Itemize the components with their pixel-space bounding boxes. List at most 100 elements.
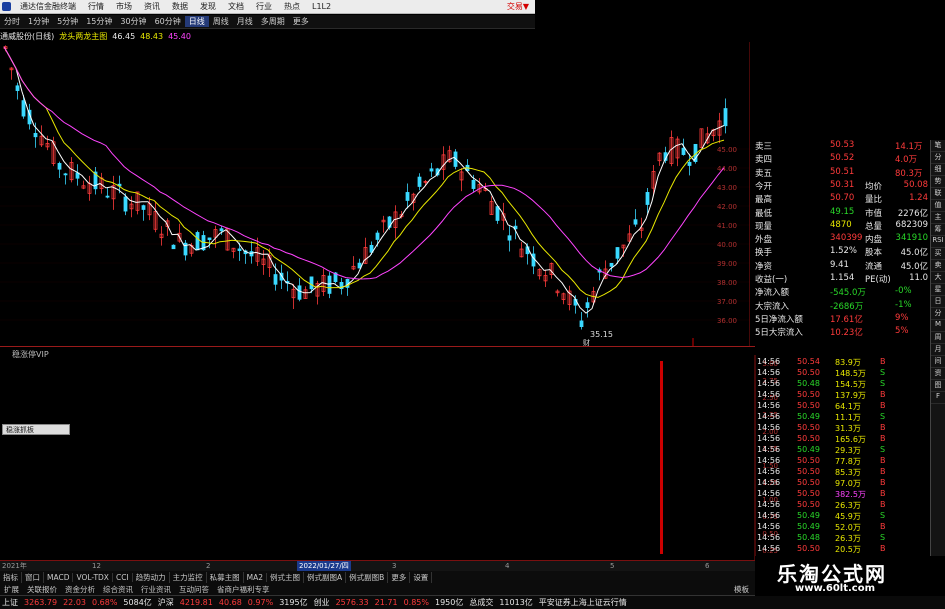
tab-ma2[interactable]: MA2 [244, 572, 268, 582]
tab-test-sub-a[interactable]: 例式副图A [304, 571, 347, 583]
tab-vol-tdx[interactable]: VOL-TDX [73, 572, 113, 582]
period-tab-1min[interactable]: 1分钟 [24, 16, 53, 27]
sidebar-button[interactable]: 主 [931, 212, 945, 224]
menu-discover[interactable]: 发现 [194, 1, 222, 12]
tab-welfare[interactable]: 省商户福利专享 [213, 584, 274, 595]
tick-price: 50.49 [797, 511, 820, 520]
quote-label-2: 市值 [865, 208, 883, 219]
sidebar-button[interactable]: F [931, 392, 945, 404]
menu-market[interactable]: 市场 [110, 1, 138, 12]
period-tab-5min[interactable]: 5分钟 [53, 16, 82, 27]
tab-related-quote[interactable]: 关联报价 [23, 584, 61, 595]
sidebar-button[interactable]: 日 [931, 296, 945, 308]
cy-index-value: 2576.33 [335, 598, 369, 607]
quote-value-2: 11.0 [909, 273, 928, 283]
menu-industry[interactable]: 行业 [250, 1, 278, 12]
tab-indicator[interactable]: 指标 [0, 571, 22, 583]
period-tab-weekly[interactable]: 周线 [209, 16, 233, 27]
tab-settings[interactable]: 设置 [410, 571, 433, 583]
quote-label-2: 股本 [865, 248, 883, 259]
sidebar-button[interactable]: 筹 [931, 224, 945, 236]
tab-macd[interactable]: MACD [44, 572, 74, 582]
menu-quotes[interactable]: 行情 [82, 1, 110, 12]
period-tab-60min[interactable]: 60分钟 [151, 16, 185, 27]
tick-price: 50.50 [797, 467, 820, 476]
candle-body [297, 285, 302, 300]
cy-index-label[interactable]: 创业 [314, 597, 330, 608]
tab-industry-news[interactable]: 行业资讯 [137, 584, 175, 595]
tab-main-monitor[interactable]: 主力监控 [170, 571, 207, 583]
period-tab-more[interactable]: 更多 [289, 16, 313, 27]
menu-data[interactable]: 数据 [166, 1, 194, 12]
sidebar-button[interactable]: 值 [931, 200, 945, 212]
tab-trend-power[interactable]: 趋势动力 [133, 571, 170, 583]
tab-cci[interactable]: CCI [113, 572, 133, 582]
tick-volume: 11.1万 [835, 413, 861, 422]
tick-side: B [880, 500, 886, 509]
price-tick-label: 40.00 [717, 241, 737, 249]
candlestick-chart[interactable]: 45.00 44.00 43.00 42.00 41.00 40.00 39.00 38.00… [0, 42, 750, 347]
sidebar-button[interactable]: 联 [931, 188, 945, 200]
menu-news[interactable]: 资讯 [138, 1, 166, 12]
sidebar-button[interactable]: 大 [931, 272, 945, 284]
quote-label: 卖四 [755, 155, 773, 166]
period-tab-minute[interactable]: 分时 [0, 16, 24, 27]
tab-fund-analysis[interactable]: 资金分析 [61, 584, 99, 595]
tab-window[interactable]: 窗口 [22, 571, 44, 583]
indicator-signal-bar [660, 361, 663, 554]
menu-hot[interactable]: 热点 [278, 1, 306, 12]
tab-extend[interactable]: 扩展 [0, 584, 23, 595]
sidebar-button[interactable]: 月 [931, 344, 945, 356]
period-tab-30min[interactable]: 30分钟 [116, 16, 150, 27]
sidebar-button[interactable]: 势 [931, 176, 945, 188]
tick-time: 14:56 [757, 478, 781, 487]
sidebar-button[interactable]: 间 [931, 356, 945, 368]
sidebar-button[interactable]: M [931, 320, 945, 332]
date-label: 12 [92, 562, 101, 570]
sidebar-button[interactable]: 星 [931, 284, 945, 296]
quote-label-2: 内盘 [865, 235, 883, 246]
sidebar-button[interactable]: 买 [931, 248, 945, 260]
tick-volume: 52.0万 [835, 523, 861, 532]
period-tab-daily[interactable]: 日线 [184, 16, 209, 27]
indicator-name[interactable]: 龙头两龙主图 [59, 31, 107, 42]
trade-button[interactable]: 交易▼ [501, 1, 535, 12]
candle-body [645, 192, 650, 205]
tick-row[interactable]: 14:56 50.50 20.5万 B [755, 544, 930, 556]
tick-volume: 77.8万 [835, 457, 861, 466]
sidebar-button[interactable]: 笔 [931, 140, 945, 152]
ma-line [3, 46, 725, 314]
sidebar-button[interactable]: 分 [931, 152, 945, 164]
tab-test-main[interactable]: 例式主图 [267, 571, 305, 583]
tab-qa[interactable]: 互动问答 [175, 584, 213, 595]
quote-label-2: 均价 [865, 181, 883, 192]
tick-price: 50.50 [797, 478, 820, 487]
sz-index-label[interactable]: 沪深 [158, 597, 174, 608]
period-tab-multi[interactable]: 多周期 [257, 16, 289, 27]
indicator-panel[interactable]: 3.002.752.502.252.001.751.501.251.000.75… [0, 355, 780, 560]
tab-test-sub-b[interactable]: 例式副图B [346, 571, 389, 583]
tick-volume: 26.3万 [835, 534, 861, 543]
tab-general-news[interactable]: 综合资讯 [99, 584, 137, 595]
sidebar-button[interactable]: 卖 [931, 260, 945, 272]
tab-private-main[interactable]: 私募主图 [207, 571, 244, 583]
sidebar-button[interactable]: 图 [931, 380, 945, 392]
menu-l1l2[interactable]: L1L2 [306, 2, 337, 11]
tab-more[interactable]: 更多 [388, 571, 411, 583]
sidebar-button[interactable]: 细 [931, 164, 945, 176]
period-tab-monthly[interactable]: 月线 [233, 16, 257, 27]
menu-docs[interactable]: 文档 [222, 1, 250, 12]
quote-label: 5日大宗流入 [755, 328, 803, 339]
sh-index-label[interactable]: 上证 [2, 597, 18, 608]
quote-value: 50.31 [830, 179, 855, 190]
quote-label: 卖五 [755, 168, 773, 179]
period-tab-15min[interactable]: 15分钟 [82, 16, 116, 27]
template-label[interactable]: 模板 [730, 584, 753, 595]
sidebar-button[interactable]: 周 [931, 332, 945, 344]
moving-average-lines [3, 46, 725, 314]
sidebar-button[interactable]: RSI [931, 236, 945, 248]
tick-list[interactable]: 14:56 50.54 83.9万 B 14:56 50.50 148.5万 S 14:56 50… [755, 357, 930, 557]
candle-body [723, 108, 728, 127]
sidebar-button[interactable]: 分 [931, 308, 945, 320]
sidebar-button[interactable]: 资 [931, 368, 945, 380]
